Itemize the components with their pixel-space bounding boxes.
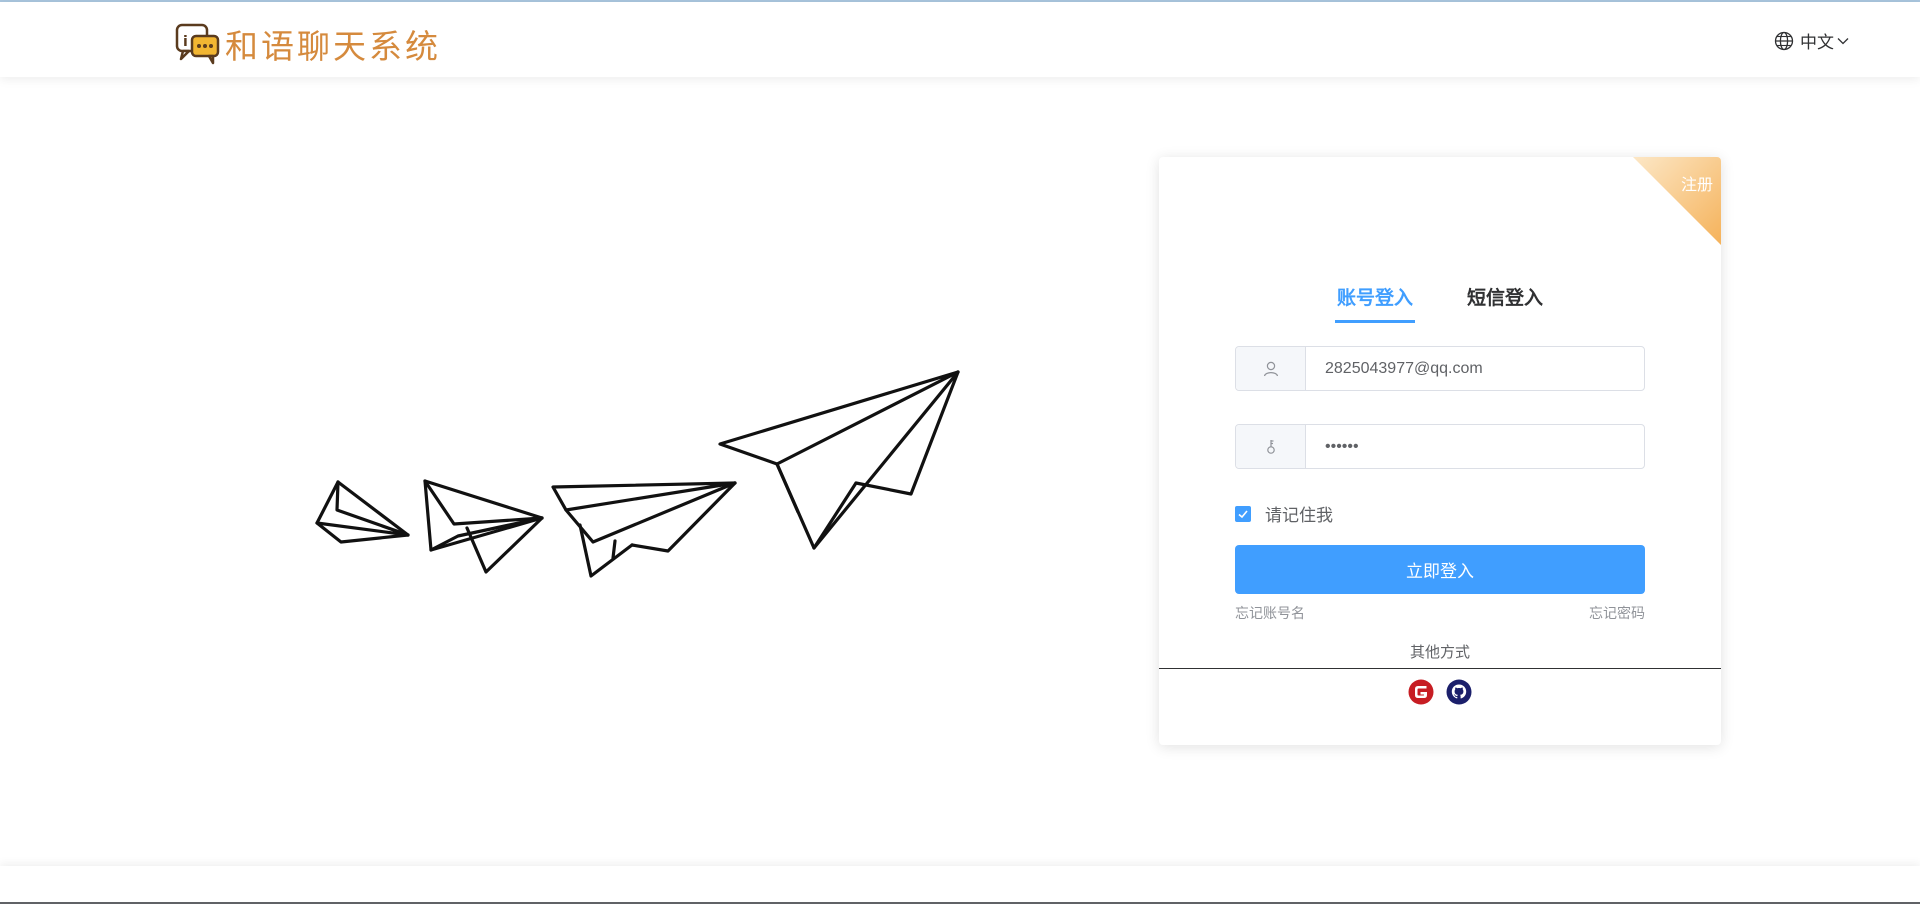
divider [1159, 668, 1721, 669]
svg-text:i: i [183, 34, 188, 50]
login-tabs: 账号登入 短信登入 [1159, 283, 1721, 323]
gitee-icon[interactable] [1408, 679, 1434, 705]
paper-plane-small [315, 480, 410, 544]
account-field [1235, 346, 1645, 391]
remember-checkbox[interactable] [1235, 505, 1251, 522]
footer-strip [0, 866, 1920, 904]
language-label: 中文 [1800, 33, 1834, 53]
remember-me[interactable]: 请记住我 [1235, 501, 1333, 526]
app-title: 和语聊天系统 [225, 27, 441, 66]
login-card: 注册 账号登入 短信登入 请记 [1159, 157, 1721, 745]
paper-plane-large [551, 481, 737, 578]
other-methods-label: 其他方式 [1409, 643, 1470, 661]
password-input[interactable] [1306, 425, 1644, 468]
language-selector[interactable]: 中文 [1774, 28, 1856, 53]
forgot-username-link[interactable]: 忘记账号名 [1235, 603, 1305, 623]
key-icon [1236, 425, 1306, 468]
brand-logo[interactable]: i 和语聊天系统 [175, 20, 441, 68]
forgot-password-link[interactable]: 忘记密码 [1589, 603, 1645, 623]
github-icon[interactable] [1446, 679, 1472, 705]
register-link[interactable]: 注册 [1681, 171, 1713, 195]
chat-bubble-logo-icon: i [175, 22, 221, 66]
check-icon [1238, 509, 1248, 518]
globe-icon [1774, 31, 1794, 50]
social-login-icons [1159, 679, 1721, 705]
account-input[interactable] [1306, 347, 1644, 390]
user-icon [1236, 347, 1306, 390]
paper-plane-medium [423, 479, 544, 574]
paper-planes-illustration [315, 370, 960, 578]
password-field [1235, 424, 1645, 469]
tab-sms-login[interactable]: 短信登入 [1465, 283, 1545, 323]
remember-label: 请记住我 [1265, 506, 1333, 526]
login-button[interactable]: 立即登入 [1235, 545, 1645, 594]
tab-account-login[interactable]: 账号登入 [1334, 283, 1415, 323]
chevron-down-icon [1837, 37, 1849, 44]
top-header: i 和语聊天系统 中文 [0, 2, 1920, 77]
paper-plane-xl [718, 370, 960, 550]
